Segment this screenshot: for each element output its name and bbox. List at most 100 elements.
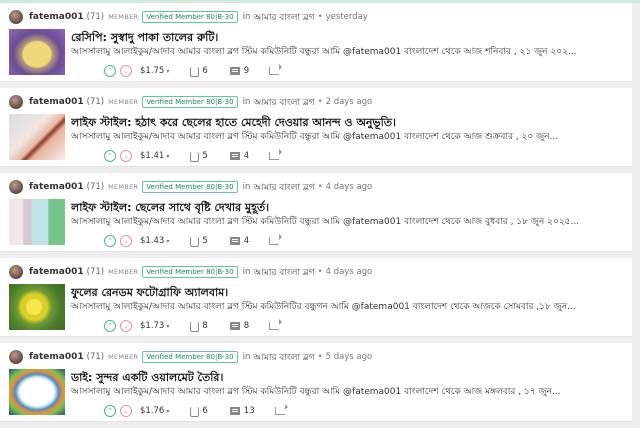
avatar[interactable] [9, 180, 23, 194]
comment-icon[interactable] [229, 67, 240, 75]
upvote-icon[interactable]: ⌃ [104, 150, 116, 162]
post-header: fatema001 (71) MEMBER Verified Member 80… [9, 179, 372, 195]
payout-amount[interactable]: $1.41 [140, 151, 164, 161]
voters-icon[interactable] [189, 151, 200, 162]
verified-badge: Verified Member 80|B-30 [142, 11, 238, 23]
avatar[interactable] [9, 350, 23, 364]
comment-icon[interactable] [229, 407, 240, 415]
separator-dot: • [317, 352, 323, 362]
downvote-icon[interactable]: ⌄ [120, 65, 132, 77]
post-thumbnail[interactable] [9, 284, 65, 330]
post-footer: ⌃ ⌄ $1.73 ▾ 8 8 [104, 319, 283, 332]
post-thumbnail[interactable] [9, 114, 65, 160]
in-label: in [242, 97, 251, 107]
comment-count[interactable]: 13 [244, 406, 255, 416]
comment-count[interactable]: 4 [244, 151, 249, 161]
post-card: fatema001 (71) MEMBER Verified Member 80… [0, 258, 632, 337]
post-time[interactable]: 5 days ago [326, 352, 373, 362]
post-summary[interactable]: আসসালামু আলাইকুম/আদাব আমার বাংলা ব্লগ স্… [71, 129, 626, 144]
upvote-icon[interactable]: ⌃ [104, 235, 116, 247]
comment-count[interactable]: 8 [244, 321, 249, 331]
post-summary[interactable]: আসসালামু আলাইকুম/আদাব আমার বাংলা ব্লগ স্… [71, 44, 626, 59]
verified-badge: Verified Member 80|B-30 [142, 266, 238, 278]
post-summary[interactable]: আসসালামু আলাইকুম/আদাব আমার বাংলা ব্লগ স্… [71, 384, 626, 399]
avatar[interactable] [9, 95, 23, 109]
post-footer: ⌃ ⌄ $1.43 ▾ 5 4 [104, 234, 283, 247]
caret-down-icon[interactable]: ▾ [166, 68, 169, 75]
voters-icon[interactable] [189, 236, 200, 247]
post-thumbnail[interactable] [9, 29, 65, 75]
vote-count[interactable]: 8 [202, 321, 207, 331]
reblog-icon[interactable] [269, 319, 283, 330]
upvote-icon[interactable]: ⌃ [104, 405, 116, 417]
community-link[interactable]: আমার বাংলা ব্লগ [253, 95, 314, 110]
post-time[interactable]: 4 days ago [326, 267, 373, 277]
comment-icon[interactable] [229, 152, 240, 160]
reputation: (71) [86, 267, 105, 277]
role-label: MEMBER [108, 353, 139, 361]
community-link[interactable]: আমার বাংলা ব্লগ [253, 10, 314, 25]
post-feed: fatema001 (71) MEMBER Verified Member 80… [0, 3, 632, 428]
community-link[interactable]: আমার বাংলা ব্লগ [253, 350, 314, 365]
post-thumbnail[interactable] [9, 199, 65, 245]
voters-icon[interactable] [189, 406, 200, 417]
post-time[interactable]: 2 days ago [326, 97, 373, 107]
post-header: fatema001 (71) MEMBER Verified Member 80… [9, 9, 368, 25]
post-summary[interactable]: আসসালামু আলাইকুম/আদাব আমার বাংলা ব্লগ স্… [71, 299, 626, 314]
upvote-icon[interactable]: ⌃ [104, 65, 116, 77]
avatar[interactable] [9, 10, 23, 24]
caret-down-icon[interactable]: ▾ [166, 153, 169, 160]
reputation: (71) [86, 12, 105, 22]
downvote-icon[interactable]: ⌄ [120, 235, 132, 247]
vote-count[interactable]: 5 [202, 236, 207, 246]
reblog-icon[interactable] [269, 149, 283, 160]
post-time[interactable]: yesterday [326, 12, 368, 22]
separator-dot: • [317, 12, 323, 22]
caret-down-icon[interactable]: ▾ [166, 408, 169, 415]
reblog-icon[interactable] [269, 234, 283, 245]
comment-icon[interactable] [229, 322, 240, 330]
reblog-icon[interactable] [274, 404, 288, 415]
vote-count[interactable]: 6 [202, 66, 207, 76]
author-link[interactable]: fatema001 [29, 267, 84, 277]
post-summary[interactable]: আসসালামু আলাইকুম/আদাব আমার বাংলা ব্লগ স্… [71, 214, 626, 229]
verified-badge: Verified Member 80|B-30 [142, 96, 238, 108]
comment-count[interactable]: 9 [244, 66, 249, 76]
downvote-icon[interactable]: ⌄ [120, 405, 132, 417]
downvote-icon[interactable]: ⌄ [120, 320, 132, 332]
caret-down-icon[interactable]: ▾ [166, 238, 169, 245]
vote-count[interactable]: 5 [202, 151, 207, 161]
avatar[interactable] [9, 265, 23, 279]
separator-dot: • [317, 182, 323, 192]
role-label: MEMBER [108, 183, 139, 191]
in-label: in [242, 267, 251, 277]
vote-count[interactable]: 6 [202, 406, 207, 416]
voters-icon[interactable] [189, 66, 200, 77]
payout-amount[interactable]: $1.75 [140, 66, 164, 76]
author-link[interactable]: fatema001 [29, 182, 84, 192]
comment-count[interactable]: 4 [244, 236, 249, 246]
post-footer: ⌃ ⌄ $1.76 ▾ 6 13 [104, 404, 288, 417]
author-link[interactable]: fatema001 [29, 352, 84, 362]
author-link[interactable]: fatema001 [29, 12, 84, 22]
post-card: fatema001 (71) MEMBER Verified Member 80… [0, 88, 632, 167]
voters-icon[interactable] [189, 321, 200, 332]
community-link[interactable]: আমার বাংলা ব্লগ [253, 180, 314, 195]
payout-amount[interactable]: $1.76 [140, 406, 164, 416]
reblog-icon[interactable] [269, 64, 283, 75]
upvote-icon[interactable]: ⌃ [104, 320, 116, 332]
post-footer: ⌃ ⌄ $1.75 ▾ 6 9 [104, 64, 283, 77]
community-link[interactable]: আমার বাংলা ব্লগ [253, 265, 314, 280]
comment-icon[interactable] [229, 237, 240, 245]
post-time[interactable]: 4 days ago [326, 182, 373, 192]
in-label: in [242, 182, 251, 192]
payout-amount[interactable]: $1.73 [140, 321, 164, 331]
payout-amount[interactable]: $1.43 [140, 236, 164, 246]
post-thumbnail[interactable] [9, 369, 65, 415]
reputation: (71) [86, 182, 105, 192]
caret-down-icon[interactable]: ▾ [166, 323, 169, 330]
downvote-icon[interactable]: ⌄ [120, 150, 132, 162]
in-label: in [242, 352, 251, 362]
author-link[interactable]: fatema001 [29, 97, 84, 107]
verified-badge: Verified Member 80|B-30 [142, 181, 238, 193]
